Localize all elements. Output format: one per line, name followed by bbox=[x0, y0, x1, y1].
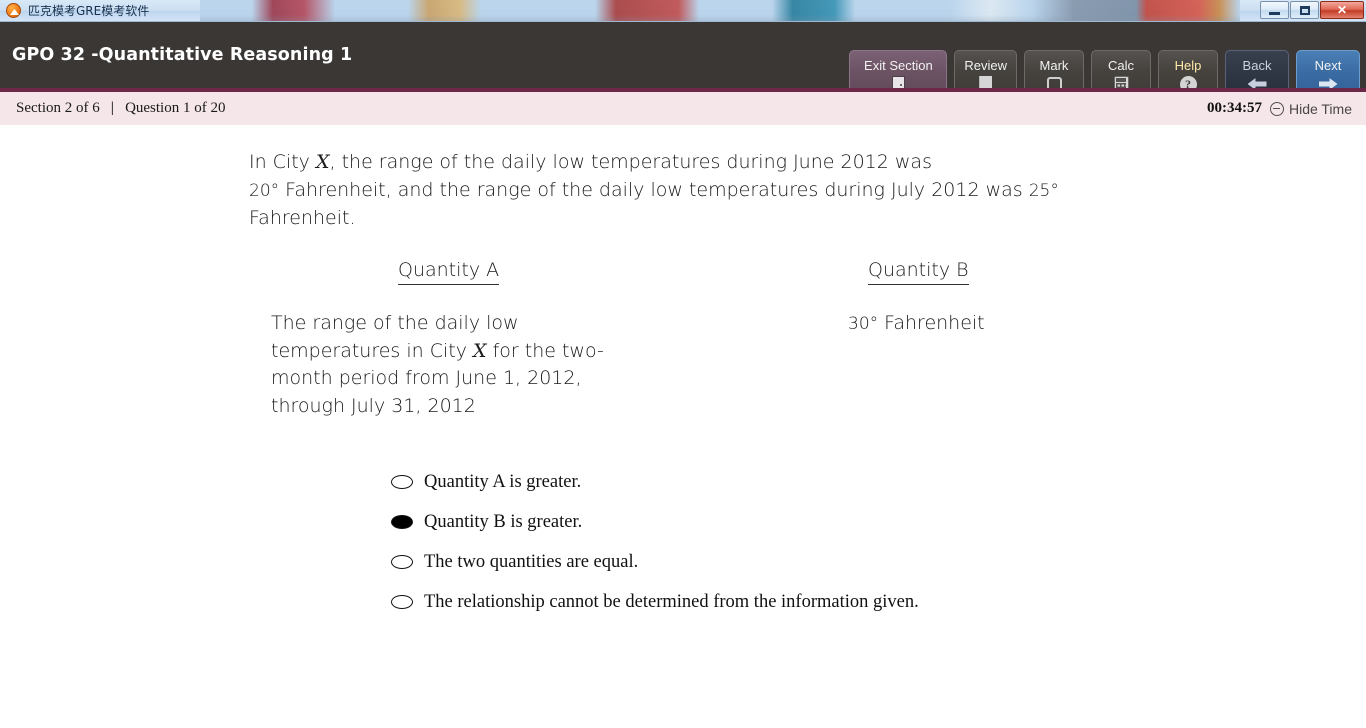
answer-choices: Quantity A is greater. Quantity B is gre… bbox=[391, 462, 919, 622]
stem-text-3: Fahrenheit, and the range of the daily l… bbox=[279, 178, 1029, 201]
question-indicator: Question 1 of 20 bbox=[125, 100, 226, 116]
review-label: Review bbox=[964, 58, 1007, 73]
app-header: GPO 32 -Quantitative Reasoning 1 Exit Se… bbox=[0, 22, 1366, 102]
window-controls[interactable]: ✕ bbox=[1260, 1, 1364, 19]
minimize-button[interactable] bbox=[1260, 1, 1289, 19]
status-bar: Section 2 of 6 | Question 1 of 20 00:34:… bbox=[0, 88, 1366, 125]
radio-button-4[interactable] bbox=[391, 595, 413, 609]
stem-text-1: In City bbox=[249, 151, 316, 173]
radio-button-1[interactable] bbox=[391, 475, 413, 489]
close-button[interactable]: ✕ bbox=[1320, 1, 1364, 19]
help-label: Help bbox=[1174, 58, 1202, 73]
desktop-background-strip bbox=[200, 0, 1240, 21]
calc-label: Calc bbox=[1107, 58, 1134, 73]
question-content: In City X, the range of the daily low te… bbox=[0, 125, 1366, 728]
quantity-a-heading: Quantity A bbox=[398, 259, 500, 285]
mark-label: Mark bbox=[1039, 58, 1069, 73]
answer-choice-1[interactable]: Quantity A is greater. bbox=[391, 462, 919, 502]
progress-info: Section 2 of 6 | Question 1 of 20 bbox=[0, 100, 225, 117]
quantity-b-value: 30° Fahrenheit bbox=[848, 310, 1228, 339]
next-label: Next bbox=[1314, 58, 1342, 73]
quantity-b-heading: Quantity B bbox=[868, 259, 969, 285]
hide-time-label: Hide Time bbox=[1288, 100, 1352, 117]
hide-time-button[interactable]: Hide Time bbox=[1269, 100, 1352, 117]
minimize-icon bbox=[1269, 11, 1280, 15]
minus-circle-icon bbox=[1269, 101, 1284, 116]
back-label: Back bbox=[1242, 58, 1272, 73]
radio-button-2[interactable] bbox=[391, 515, 413, 529]
stem-text-2: , the range of the daily low temperature… bbox=[329, 151, 932, 173]
os-title-bar-left: 匹克模考GRE模考软件 bbox=[0, 2, 149, 19]
question-stem: In City X, the range of the daily low te… bbox=[249, 149, 1149, 233]
maximize-button[interactable] bbox=[1290, 1, 1319, 19]
stem-value-20: 20° bbox=[249, 180, 280, 201]
quantity-b-unit: Fahrenheit bbox=[878, 312, 985, 334]
answer-choice-4-label: The relationship cannot be determined fr… bbox=[424, 591, 919, 612]
app-logo-icon bbox=[6, 3, 21, 18]
os-title-bar: 匹克模考GRE模考软件 ✕ bbox=[0, 0, 1366, 22]
stem-value-25: 25° bbox=[1028, 180, 1059, 201]
answer-choice-2-label: Quantity B is greater. bbox=[424, 511, 583, 532]
status-separator: | bbox=[110, 100, 115, 116]
answer-choice-3-label: The two quantities are equal. bbox=[424, 551, 639, 572]
restore-icon bbox=[1299, 5, 1310, 15]
timer-value: 00:34:57 bbox=[1206, 100, 1262, 116]
section-indicator: Section 2 of 6 bbox=[16, 100, 100, 116]
answer-choice-4[interactable]: The relationship cannot be determined fr… bbox=[391, 582, 919, 622]
radio-button-3[interactable] bbox=[391, 555, 413, 569]
quantity-a-value: The range of the daily low temperatures … bbox=[271, 310, 651, 420]
page-title: GPO 32 -Quantitative Reasoning 1 bbox=[12, 45, 353, 65]
os-window-title: 匹克模考GRE模考软件 bbox=[28, 4, 150, 18]
quantity-b-number: 30° bbox=[848, 314, 879, 334]
stem-variable-1: X bbox=[315, 151, 330, 173]
timer-area: 00:34:57 Hide Time bbox=[1207, 100, 1366, 117]
stem-text-4: Fahrenheit. bbox=[249, 207, 356, 229]
exit-section-label: Exit Section bbox=[864, 58, 933, 73]
quantity-a-variable: X bbox=[473, 339, 487, 362]
answer-choice-2[interactable]: Quantity B is greater. bbox=[391, 502, 919, 542]
answer-choice-1-label: Quantity A is greater. bbox=[424, 471, 582, 492]
answer-choice-3[interactable]: The two quantities are equal. bbox=[391, 542, 919, 582]
